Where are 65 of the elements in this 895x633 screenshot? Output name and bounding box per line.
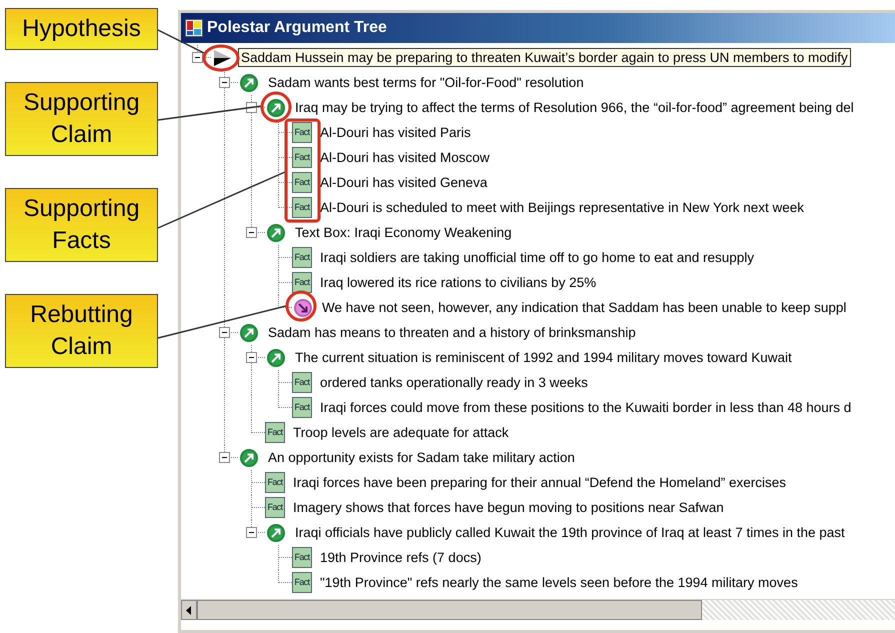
tree-item[interactable]: Iraq lowered its rice rations to civilians by 25% <box>317 273 600 292</box>
callout-label: Supporting Facts <box>5 188 158 262</box>
scroll-left-button[interactable] <box>181 600 197 620</box>
tree-item[interactable]: The current situation is reminiscent of 1992 and 1994 military moves toward Kuwait <box>292 348 795 367</box>
scroll-thumb[interactable] <box>197 600 702 620</box>
collapse-toggle[interactable] <box>246 527 257 538</box>
fact-badge: Fact <box>265 472 285 493</box>
callout-label: Rebutting Claim <box>5 294 158 368</box>
tree-item[interactable]: 19th Province refs (7 docs) <box>317 548 484 567</box>
fact-badge: Fact <box>292 572 312 593</box>
highlight-ring <box>202 44 240 72</box>
tree-item[interactable]: Imagery shows that forces have begun moving to positions near Safwan <box>290 498 727 517</box>
tree-item[interactable]: ordered tanks operationally ready in 3 weeks <box>317 373 591 392</box>
fact-badge: Fact <box>292 172 312 193</box>
callout-label: Hypothesis <box>5 8 158 50</box>
leader-line <box>158 29 206 55</box>
tree-item[interactable]: Sadam wants best terms for "Oil-for-Food" resolution <box>265 73 587 92</box>
tree-item[interactable]: Sadam has means to threaten and a history of brinksmanship <box>265 323 639 342</box>
collapse-toggle[interactable] <box>192 52 203 63</box>
window-title: Polestar Argument Tree <box>207 19 387 37</box>
arrow-up-icon <box>238 322 260 342</box>
horizontal-scrollbar[interactable] <box>181 599 895 620</box>
collapse-toggle[interactable] <box>219 452 230 463</box>
highlight-ring <box>286 290 316 322</box>
tree-item[interactable]: Iraqi officials have publicly called Kuwait the 19th province of Iraq at least 7 times in the past <box>292 523 848 542</box>
arrow-up-icon <box>265 98 287 118</box>
fact-badge: Fact <box>292 547 312 568</box>
tree-item[interactable]: Al-Douri has visited Moscow <box>317 148 493 167</box>
arrow-up-icon <box>238 72 260 92</box>
tree-item[interactable]: Al-Douri has visited Paris <box>317 123 474 142</box>
arrow-up-icon <box>265 522 287 542</box>
fact-badge: Fact <box>265 422 285 443</box>
callout-label: Supporting Claim <box>5 82 158 156</box>
tree-item[interactable]: Al-Douri has visited Geneva <box>317 173 490 192</box>
arrow-up-icon <box>238 448 260 468</box>
tree-item[interactable]: Iraq may be trying to affect the terms of Resolution 966, the “oil-for-food” agreement being del <box>292 98 857 117</box>
tree-item[interactable]: We have not seen, however, any indication that Saddam has been unable to keep suppl <box>319 298 850 317</box>
collapse-toggle[interactable] <box>246 352 257 363</box>
fact-badge: Fact <box>292 247 312 268</box>
tree-item[interactable]: Iraqi forces could move from these positions to the Kuwaiti border in less than 48 hours d <box>317 398 854 417</box>
fact-badge: Fact <box>292 397 312 418</box>
tree-item[interactable]: Saddam Hussein may be preparing to threaten Kuwait’s border again to press UN members to modify <box>238 48 851 67</box>
collapse-toggle[interactable] <box>219 77 230 88</box>
caret-icon <box>186 606 192 614</box>
tree-item[interactable]: Text Box: Iraqi Economy Weakening <box>292 223 515 242</box>
collapse-toggle[interactable] <box>246 227 257 238</box>
tree-item[interactable]: An opportunity exists for Sadam take military action <box>265 448 578 467</box>
tree-item[interactable]: Iraqi forces have been preparing for their annual “Defend the Homeland” exercises <box>290 473 790 492</box>
arrow-down-icon <box>292 298 314 318</box>
fact-badge: Fact <box>292 197 312 218</box>
fact-badge: Fact <box>292 122 312 143</box>
tree-item[interactable]: Troop levels are adequate for attack <box>290 423 512 442</box>
fact-badge: Fact <box>292 272 312 293</box>
tree-item[interactable]: "19th Province" refs nearly the same levels seen before the 1994 military moves <box>317 573 801 592</box>
arrow-up-icon <box>265 222 287 242</box>
fact-badge: Fact <box>292 147 312 168</box>
collapse-toggle[interactable] <box>219 327 230 338</box>
fact-badge: Fact <box>265 497 285 518</box>
app-icon <box>185 19 203 37</box>
tree-item[interactable]: Al-Douri is scheduled to meet with Beijings representative in New York next week <box>317 198 807 217</box>
arrow-up-icon <box>265 348 287 368</box>
fact-badge: Fact <box>292 372 312 393</box>
flag-icon <box>211 48 233 68</box>
tree-item[interactable]: Iraqi soldiers are taking unofficial time off to go home to eat and resupply <box>317 248 758 267</box>
highlight-ring <box>260 92 292 122</box>
